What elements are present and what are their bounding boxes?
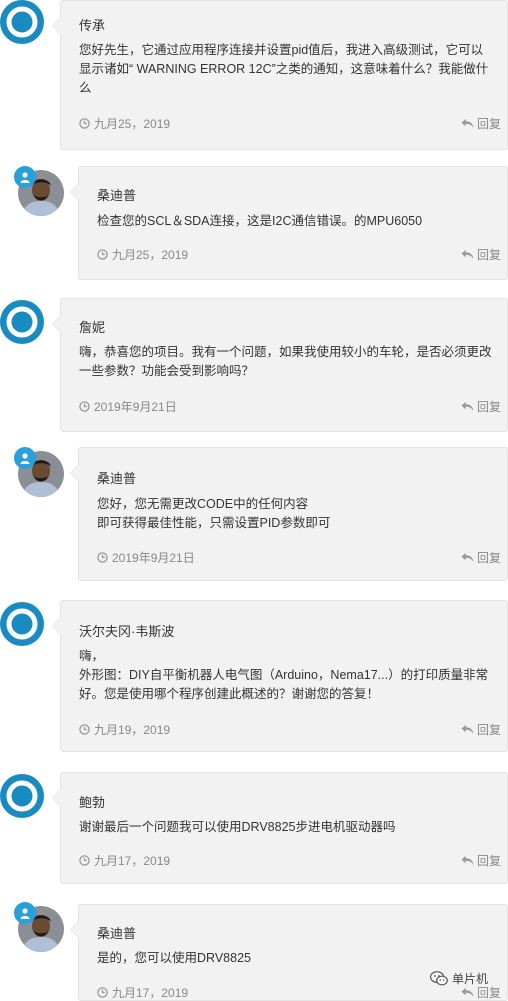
comment-author: 传承 <box>79 18 106 33</box>
comment-author: 鲍勃 <box>79 795 106 810</box>
comment-date-text: 九月25，2019 <box>112 248 189 262</box>
user-badge <box>14 902 36 924</box>
comment-text: 检查您的SCL＆SDA连接，这是I2C通信错误。的MPU6050 <box>97 212 499 231</box>
user-badge <box>14 166 36 188</box>
wordpress-logo-icon <box>6 6 38 38</box>
reply-label: 回复 <box>476 117 501 131</box>
comment-author: 桑迪普 <box>97 471 137 486</box>
avatar <box>0 0 44 44</box>
comment-text-line: 外形图：DIY自平衡机器人电气图（Arduino，Nema17...）的打印质量… <box>79 668 489 682</box>
comment-bubble: 沃尔夫冈·韦斯波 嗨， 外形图：DIY自平衡机器人电气图（Arduino，Nem… <box>52 600 508 752</box>
wechat-icon <box>430 971 448 986</box>
wordpress-logo-icon <box>6 608 38 640</box>
reply-button[interactable]: 回复 <box>461 549 501 566</box>
clock-icon <box>97 987 108 998</box>
reply-button[interactable]: 回复 <box>461 721 501 738</box>
reply-button[interactable]: 回复 <box>461 852 501 869</box>
reply-button[interactable]: 回复 <box>461 115 501 132</box>
comment-text-line: 么 <box>79 81 92 95</box>
user-badge <box>14 447 36 469</box>
comment-date-text: 九月17，2019 <box>94 854 171 868</box>
comment-bubble: 桑迪普 检查您的SCL＆SDA连接，这是I2C通信错误。的MPU6050 九月2… <box>70 166 508 280</box>
comment-text-line: 检查您的SCL＆SDA连接，这是I2C通信错误。的MPU6050 <box>97 214 423 228</box>
clock-icon <box>97 552 108 563</box>
comment-text-line: 您好，您无需更改CODE中的任何内容 <box>97 497 309 511</box>
comment-text-line: 嗨， <box>79 649 105 663</box>
clock-icon <box>79 855 90 866</box>
comment-bubble: 桑迪普 您好，您无需更改CODE中的任何内容 即可获得最佳性能，只需设置PID参… <box>70 447 508 581</box>
reply-arrow-icon <box>461 249 474 260</box>
comment-author: 詹妮 <box>79 320 106 335</box>
avatar <box>0 602 44 646</box>
comment-date-text: 九月17，2019 <box>112 986 189 1000</box>
reply-label: 回复 <box>476 723 501 737</box>
comment-date-text: 2019年9月21日 <box>112 551 195 565</box>
user-icon <box>20 172 30 183</box>
comment-date-text: 九月25，2019 <box>94 117 171 131</box>
comment-text-line: 好。您是使用哪个程序创建此概述的？谢谢您的答复！ <box>79 687 380 701</box>
clock-icon <box>79 401 90 412</box>
comment-text: 是的，您可以使用DRV8825 <box>97 949 499 968</box>
reply-arrow-icon <box>461 987 474 998</box>
clock-icon <box>97 249 108 260</box>
reply-arrow-icon <box>461 118 474 129</box>
comment-author: 桑迪普 <box>97 188 137 203</box>
user-icon <box>20 908 30 919</box>
reply-label: 回复 <box>476 400 501 414</box>
comment-text-line: 一些参数？功能会受到影响吗？ <box>79 364 255 378</box>
watermark-label: 单片机 <box>452 972 489 986</box>
comment-bubble: 詹妮 嗨，恭喜您的项目。我有一个问题，如果我使用较小的车轮，是否必须更改 一些参… <box>52 298 508 432</box>
comment: 桑迪普 检查您的SCL＆SDA连接，这是I2C通信错误。的MPU6050 九月2… <box>0 166 508 280</box>
reply-label: 回复 <box>476 854 501 868</box>
clock-icon <box>79 724 90 735</box>
comment: 传承 您好先生，它通过应用程序连接并设置pid值后，我进入高级测试，它可以 显示… <box>0 0 508 150</box>
comment-text: 您好先生，它通过应用程序连接并设置pid值后，我进入高级测试，它可以 显示诸如“… <box>79 41 499 98</box>
comment-author: 沃尔夫冈·韦斯波 <box>79 624 175 639</box>
comment-text-line: 即可获得最佳性能，只需设置PID参数即可 <box>97 516 331 530</box>
comment-text: 嗨， 外形图：DIY自平衡机器人电气图（Arduino，Nema17...）的打… <box>79 647 499 704</box>
comment: 鲍勃 谢谢最后一个问题我可以使用DRV8825步进电机驱动器吗 九月17，201… <box>0 772 508 884</box>
reply-arrow-icon <box>461 401 474 412</box>
comment-text-line: 嗨，恭喜您的项目。我有一个问题，如果我使用较小的车轮，是否必须更改 <box>79 345 492 359</box>
comment: 沃尔夫冈·韦斯波 嗨， 外形图：DIY自平衡机器人电气图（Arduino，Nem… <box>0 600 508 752</box>
reply-arrow-icon <box>461 724 474 735</box>
comment-date: 2019年9月21日 <box>97 549 195 566</box>
comment-date: 九月17，2019 <box>97 984 188 1001</box>
comment: 桑迪普 您好，您无需更改CODE中的任何内容 即可获得最佳性能，只需设置PID参… <box>0 447 508 581</box>
wordpress-logo-icon <box>6 306 38 338</box>
clock-icon <box>79 118 90 129</box>
comment-date: 九月25，2019 <box>97 246 188 263</box>
reply-arrow-icon <box>461 552 474 563</box>
reply-label: 回复 <box>476 551 501 565</box>
comment-date-text: 2019年9月21日 <box>94 400 177 414</box>
comment-text-line: 谢谢最后一个问题我可以使用DRV8825步进电机驱动器吗 <box>79 820 396 834</box>
comment-text: 您好，您无需更改CODE中的任何内容 即可获得最佳性能，只需设置PID参数即可 <box>97 495 499 533</box>
avatar <box>0 774 44 818</box>
comment-date-text: 九月19，2019 <box>94 723 171 737</box>
watermark: 单片机 <box>430 970 488 987</box>
comment-text-line: 是的，您可以使用DRV8825 <box>97 951 251 965</box>
comment: 詹妮 嗨，恭喜您的项目。我有一个问题，如果我使用较小的车轮，是否必须更改 一些参… <box>0 298 508 432</box>
wordpress-logo-icon <box>6 780 38 812</box>
avatar <box>0 300 44 344</box>
comment-author: 桑迪普 <box>97 926 137 941</box>
reply-label: 回复 <box>476 248 501 262</box>
comment-text: 嗨，恭喜您的项目。我有一个问题，如果我使用较小的车轮，是否必须更改 一些参数？功… <box>79 343 499 381</box>
reply-button[interactable]: 回复 <box>461 246 501 263</box>
user-icon <box>20 453 30 464</box>
comment-text-line: 您好先生，它通过应用程序连接并设置pid值后，我进入高级测试，它可以 <box>79 43 484 57</box>
comment-text: 谢谢最后一个问题我可以使用DRV8825步进电机驱动器吗 <box>79 818 499 837</box>
comment-bubble: 鲍勃 谢谢最后一个问题我可以使用DRV8825步进电机驱动器吗 九月17，201… <box>52 772 508 884</box>
comment-date: 九月25，2019 <box>79 115 170 132</box>
comment-date: 九月19，2019 <box>79 721 170 738</box>
reply-button[interactable]: 回复 <box>461 398 501 415</box>
comment-date: 2019年9月21日 <box>79 398 177 415</box>
reply-arrow-icon <box>461 855 474 866</box>
comment-bubble: 传承 您好先生，它通过应用程序连接并设置pid值后，我进入高级测试，它可以 显示… <box>52 0 508 150</box>
comment-date: 九月17，2019 <box>79 852 170 869</box>
comment-text-line: 显示诸如“ WARNING ERROR 12C”之类的通知，这意味着什么？我能做… <box>79 62 489 76</box>
